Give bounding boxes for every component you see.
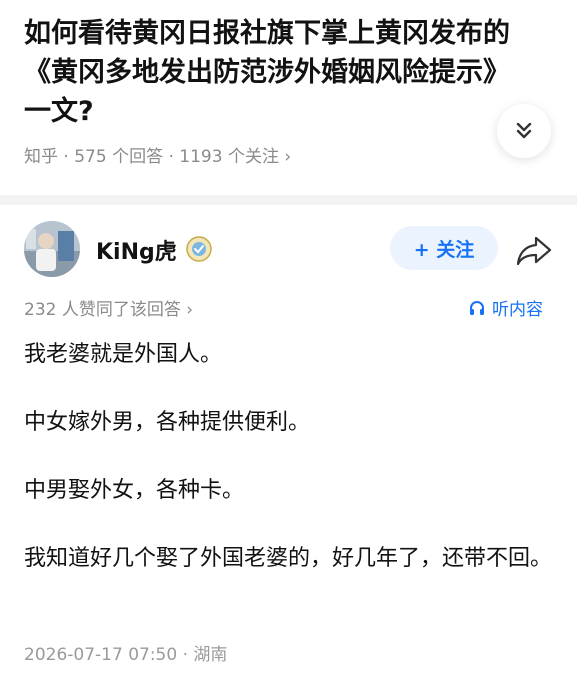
answer-body: 我老婆就是外国人。 中女嫁外男，各种提供便利。 中男娶外女，各种卡。 我知道好几… — [24, 336, 554, 608]
avatar-image — [24, 221, 80, 277]
expand-question-button[interactable] — [497, 104, 551, 158]
share-arrow-icon — [516, 236, 552, 266]
answer-paragraph: 我知道好几个娶了外国老婆的，好几年了，还带不回。 — [24, 546, 553, 571]
verified-badge-icon — [186, 236, 212, 262]
double-chevron-down-icon — [516, 122, 532, 139]
avatar[interactable] — [24, 221, 80, 277]
answer-timestamp: 2026-07-17 07:50 · 湖南 — [24, 645, 228, 665]
headphones-icon — [470, 300, 484, 315]
question-meta[interactable]: 知乎 · 575 个回答 · 1193 个关注 › — [24, 142, 291, 167]
author-name[interactable]: KiNg虎 — [96, 234, 177, 266]
answer-paragraph: 中男娶外女，各种卡。 — [24, 478, 245, 503]
answer-paragraph: 我老婆就是外国人。 — [24, 342, 223, 367]
share-button[interactable] — [514, 230, 554, 270]
listen-button[interactable]: 听内容 — [468, 295, 543, 320]
answer-paragraph: 中女嫁外男，各种提供便利。 — [24, 410, 311, 435]
likes-count[interactable]: 232 人赞同了该回答 › — [24, 295, 193, 320]
section-divider — [0, 195, 577, 205]
listen-label: 听内容 — [492, 300, 543, 320]
question-title[interactable]: 如何看待黄冈日报社旗下掌上黄冈发布的《黄冈多地发出防范涉外婚姻风险提示》一文? — [24, 14, 524, 131]
follow-button[interactable]: + 关注 — [390, 226, 498, 270]
